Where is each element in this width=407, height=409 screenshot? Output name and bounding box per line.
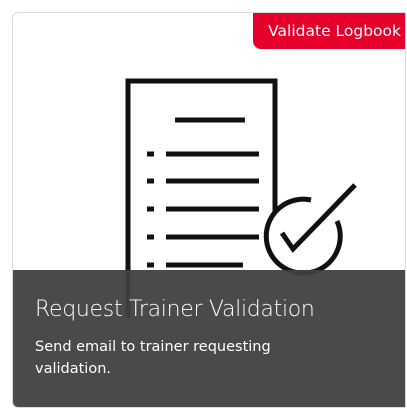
- card-title: Request Trainer Validation: [35, 297, 315, 322]
- request-trainer-validation-card[interactable]: Validate Logbook Request Trainer Validat…: [12, 12, 406, 408]
- card-description: Send email to trainer requesting validat…: [35, 339, 271, 377]
- validate-logbook-badge[interactable]: Validate Logbook: [253, 13, 405, 49]
